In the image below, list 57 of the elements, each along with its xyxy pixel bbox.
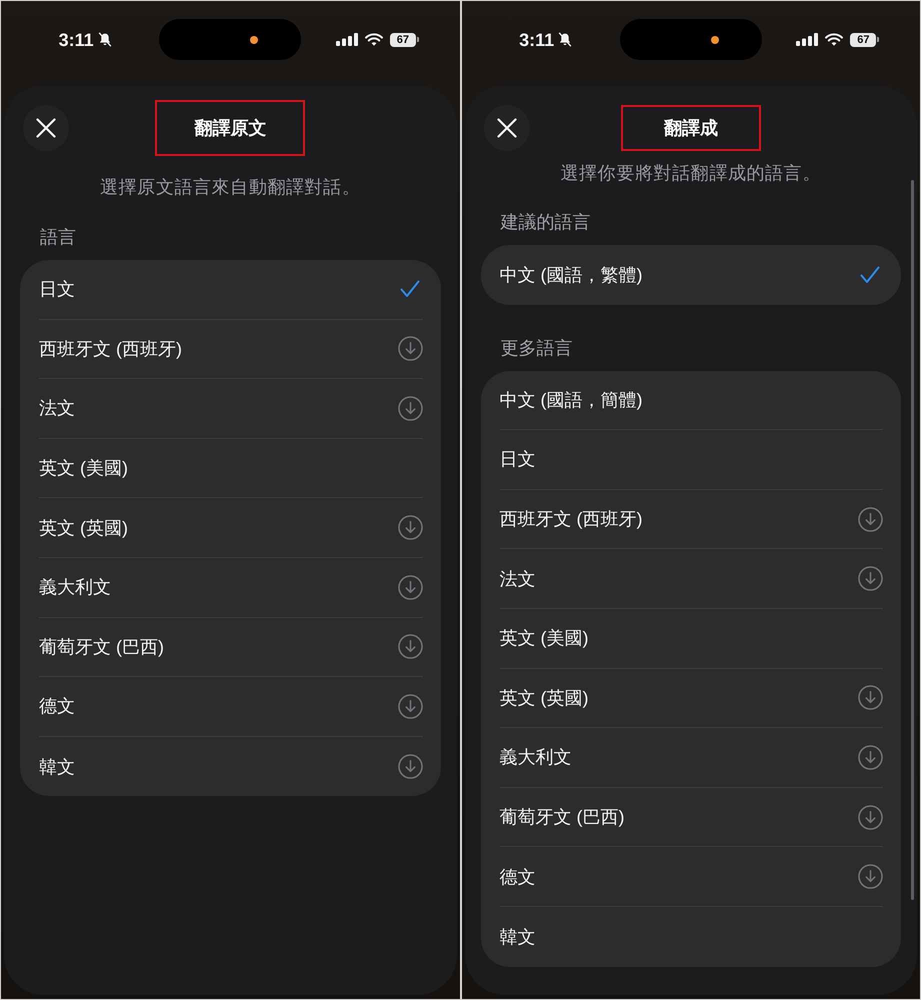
language-option[interactable]: 西班牙文 (西班牙) <box>39 320 422 380</box>
download-icon[interactable] <box>398 694 422 719</box>
status-time: 3:11 <box>519 30 554 50</box>
sheet-subtitle: 選擇你要將對話翻譯成的語言。 <box>560 162 822 185</box>
close-button[interactable] <box>484 105 530 151</box>
sheet-title: 翻譯原文 <box>194 117 266 140</box>
download-icon[interactable] <box>858 685 883 710</box>
download-icon[interactable] <box>858 744 883 770</box>
language-option[interactable]: 德文 <box>39 677 422 737</box>
language-option[interactable]: 英文 (英國) <box>39 498 422 558</box>
language-option[interactable]: 法文 <box>500 549 883 609</box>
language-option[interactable]: 葡萄牙文 (巴西) <box>500 788 883 848</box>
language-option[interactable]: 日文 <box>39 260 422 320</box>
language-option[interactable]: 韓文 <box>39 736 422 796</box>
download-icon[interactable] <box>858 566 883 592</box>
sheet-subtitle: 選擇原文語言來自動翻譯對話。 <box>99 176 362 199</box>
download-icon[interactable] <box>398 515 422 540</box>
language-option[interactable]: 義大利文 <box>39 558 422 618</box>
indicator-dot-icon <box>710 36 719 44</box>
download-icon[interactable] <box>858 506 883 532</box>
close-icon <box>496 118 516 138</box>
indicator-dot-icon <box>250 36 258 44</box>
wifi-icon <box>364 33 383 46</box>
download-icon[interactable] <box>858 864 883 890</box>
signal-icon <box>336 33 358 46</box>
language-option[interactable]: 法文 <box>39 379 422 439</box>
language-option[interactable]: 英文 (美國) <box>500 608 883 669</box>
language-option[interactable]: 中文 (國語，簡體) <box>500 370 883 430</box>
download-icon[interactable] <box>858 804 883 830</box>
signal-icon <box>796 33 818 46</box>
language-option[interactable]: 西班牙文 (西班牙) <box>500 490 883 550</box>
download-icon[interactable] <box>398 396 422 421</box>
battery-indicator: 67 <box>390 32 419 46</box>
language-option[interactable]: 英文 (美國) <box>39 438 422 498</box>
close-button[interactable] <box>23 105 69 151</box>
language-option[interactable]: 英文 (英國) <box>500 668 883 728</box>
status-time: 3:11 <box>58 30 94 50</box>
scrollbar[interactable] <box>911 180 914 900</box>
bell-slash-icon <box>558 32 572 47</box>
section-label: 更多語言 <box>500 336 574 360</box>
sheet-title: 翻譯成 <box>664 117 718 140</box>
download-icon[interactable] <box>398 336 422 362</box>
language-option[interactable]: 日文 <box>500 430 883 490</box>
language-option[interactable]: 德文 <box>500 847 883 907</box>
bell-slash-icon <box>98 32 112 47</box>
close-icon <box>36 118 56 138</box>
battery-indicator: 67 <box>850 32 880 46</box>
language-option[interactable]: 義大利文 <box>500 728 883 788</box>
section-label: 語言 <box>39 226 77 249</box>
language-option[interactable]: 中文 (國語，繁體) <box>500 245 883 305</box>
download-icon[interactable] <box>398 754 422 780</box>
download-icon[interactable] <box>398 634 422 660</box>
language-option[interactable]: 葡萄牙文 (巴西) <box>39 618 422 678</box>
download-icon[interactable] <box>398 574 422 600</box>
section-label: 建議的語言 <box>499 211 592 234</box>
wifi-icon <box>825 33 844 46</box>
language-option[interactable]: 韓文 <box>500 906 883 967</box>
